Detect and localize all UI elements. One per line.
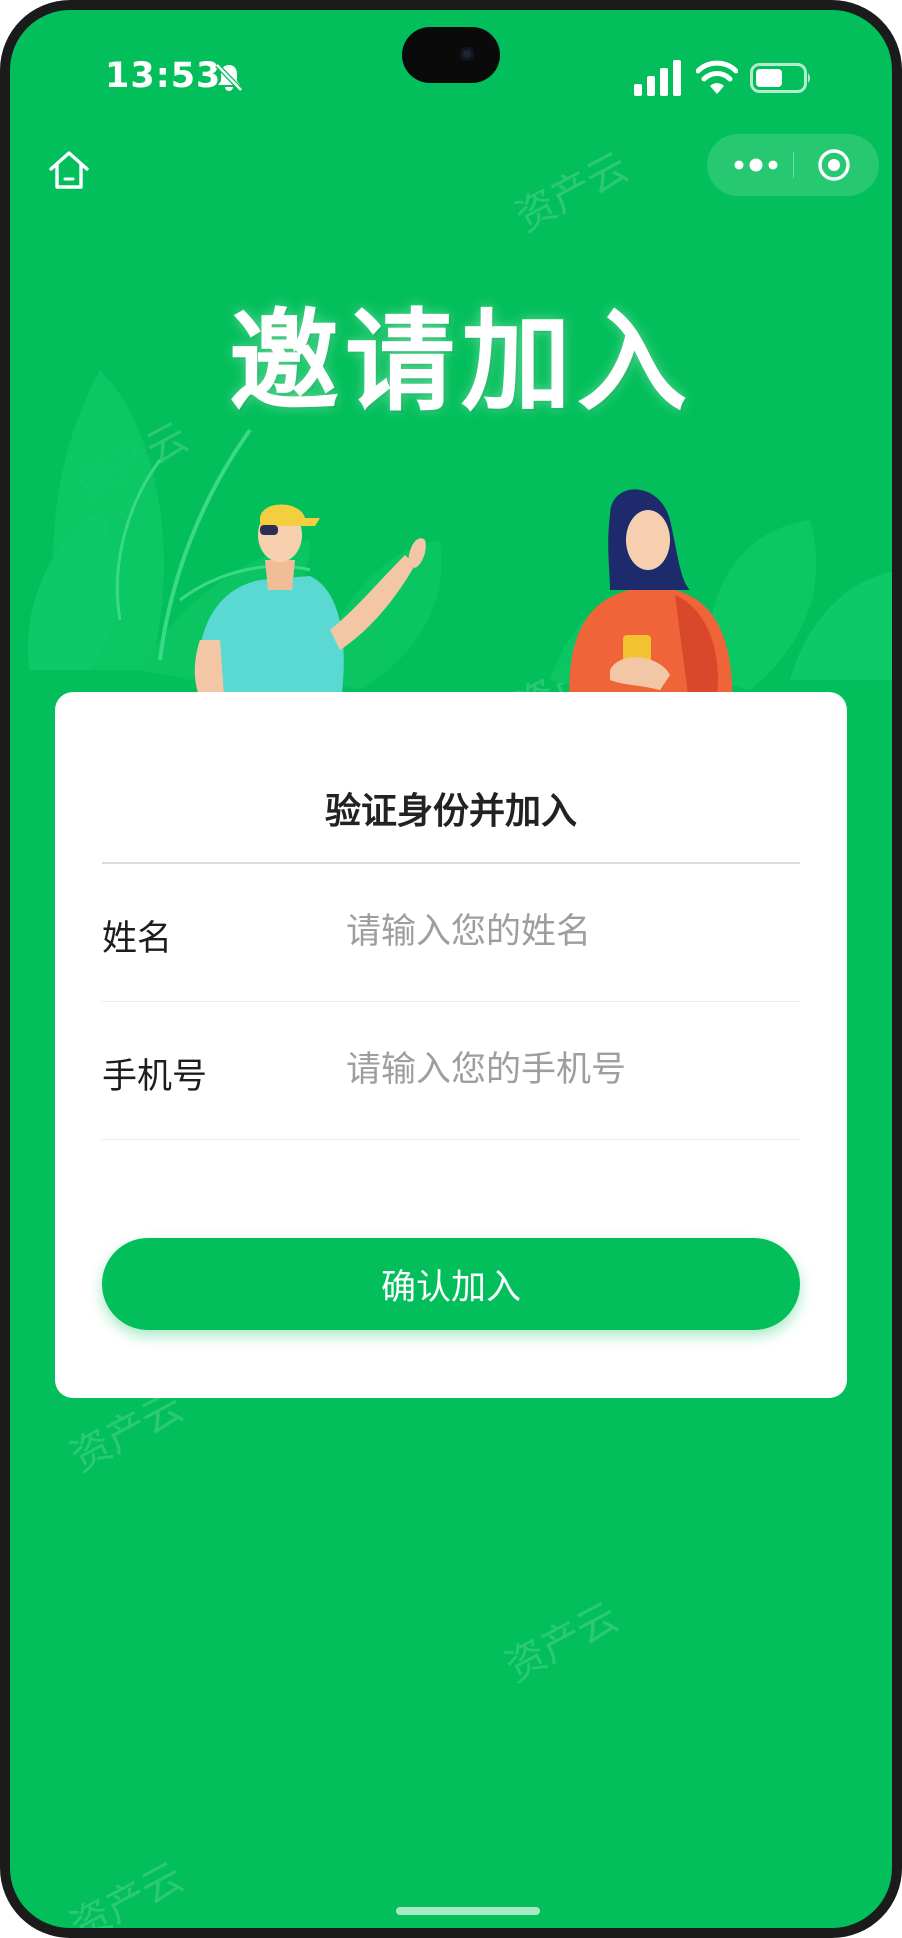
name-label: 姓名 — [102, 919, 173, 959]
close-target-icon[interactable] — [817, 148, 851, 182]
more-dots-icon[interactable] — [731, 150, 781, 180]
banner-title: 邀请加入 — [229, 298, 693, 426]
home-icon[interactable] — [43, 145, 95, 197]
woman-figure — [569, 489, 733, 710]
row-divider — [102, 1139, 800, 1140]
capsule-divider — [793, 152, 794, 178]
home-indicator[interactable] — [396, 1907, 540, 1915]
name-input[interactable] — [346, 904, 786, 960]
wifi-icon — [696, 60, 738, 94]
status-time: 13:53 — [105, 56, 222, 96]
phone-row: 手机号 — [102, 1002, 800, 1140]
cellular-signal-icon — [634, 60, 681, 96]
dynamic-island — [402, 27, 500, 83]
bell-slash-icon — [215, 63, 243, 92]
phone-frame: 资产云 资产云 资产云 资产云 资产云 资产云 资产云 资产云 13:53 — [0, 0, 902, 1938]
camera-icon — [460, 47, 474, 61]
app-screen: 资产云 资产云 资产云 资产云 资产云 资产云 资产云 资产云 13:53 — [10, 10, 892, 1928]
phone-input[interactable] — [346, 1042, 786, 1098]
name-row: 姓名 — [102, 864, 800, 1002]
battery-icon — [750, 63, 810, 93]
phone-label: 手机号 — [102, 1057, 208, 1097]
watermark: 资产云 — [508, 144, 636, 242]
form-title: 验证身份并加入 — [324, 791, 577, 832]
watermark: 资产云 — [63, 1854, 191, 1928]
mini-program-capsule — [707, 134, 879, 196]
watermark: 资产云 — [498, 1594, 626, 1692]
confirm-join-button[interactable]: 确认加入 — [102, 1238, 800, 1330]
join-form-card: 验证身份并加入 姓名 手机号 确认加入 — [55, 692, 847, 1398]
